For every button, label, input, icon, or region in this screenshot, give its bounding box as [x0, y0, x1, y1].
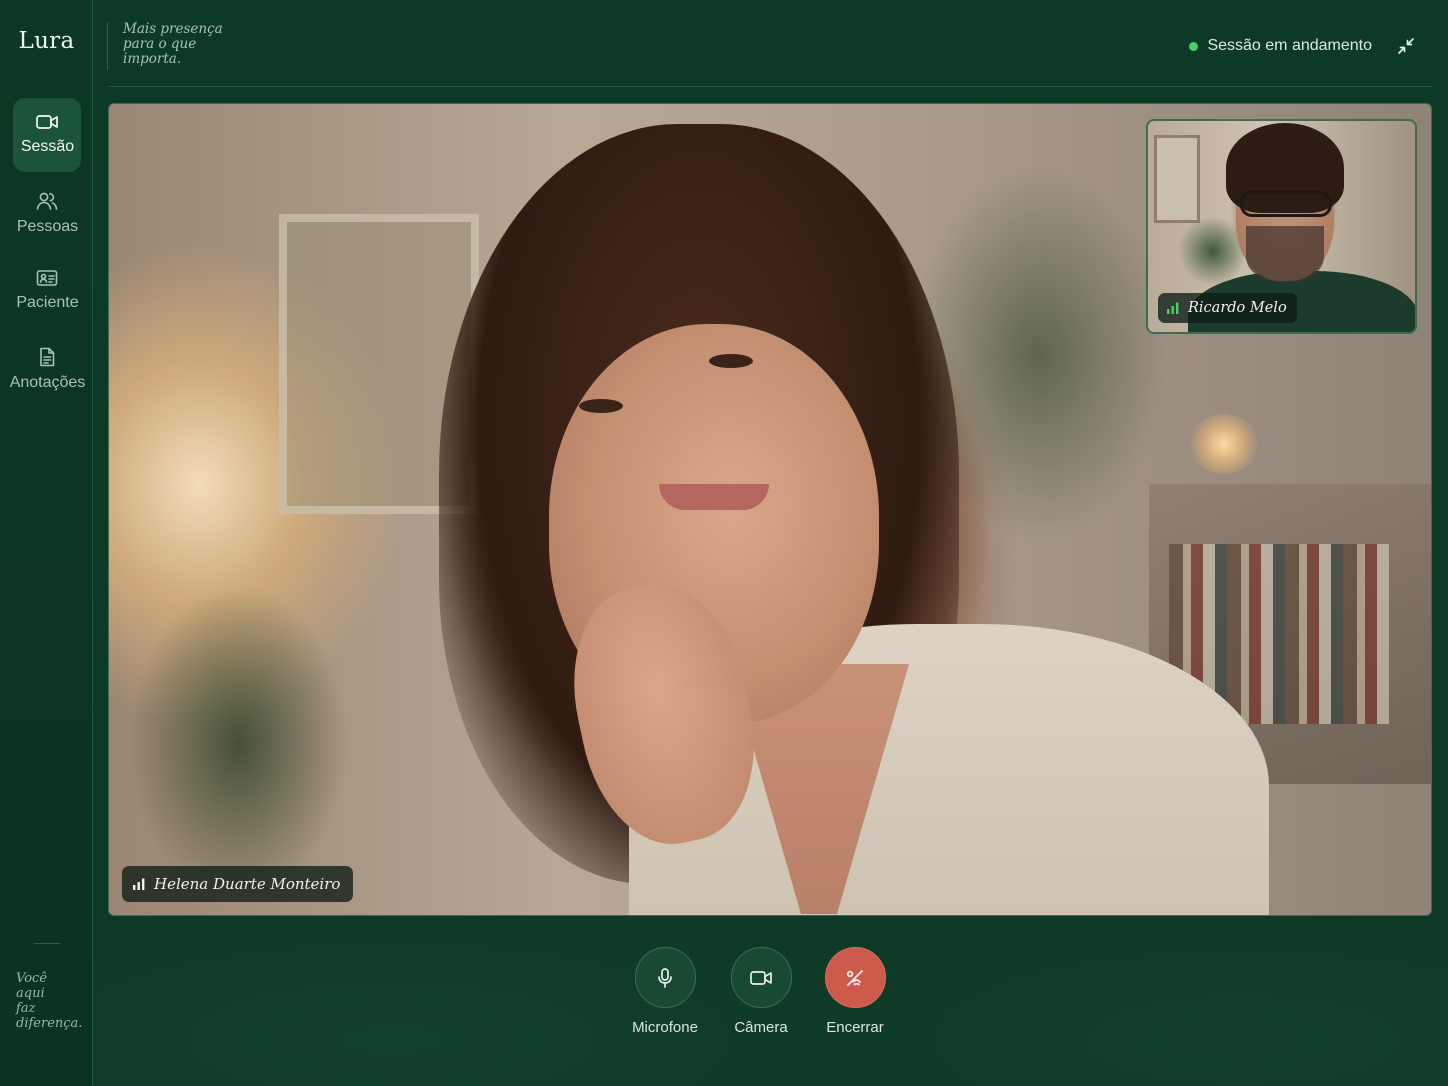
- participant-name-tag: Ricardo Melo: [1158, 293, 1297, 323]
- participant-glasses: [1240, 191, 1332, 217]
- sidebar-divider: [34, 943, 60, 944]
- sidebar: Lura Sessão Pessoas Paciente Anotações V…: [0, 0, 93, 1086]
- background-plant: [129, 584, 349, 904]
- control-label: Microfone: [632, 1019, 698, 1036]
- document-icon: [40, 347, 55, 367]
- participant-name: Helena Duarte Monteiro: [154, 875, 341, 893]
- quote-line: diferença.: [16, 1016, 83, 1031]
- session-status: Sessão em andamento: [1189, 37, 1372, 55]
- microphone-button[interactable]: [634, 947, 696, 1008]
- sidebar-item-label: Sessão: [20, 138, 75, 155]
- participant-eye: [709, 354, 753, 368]
- control-microphone: Microfone: [615, 947, 715, 1036]
- header-divider: [108, 86, 1432, 87]
- sidebar-item-sessao[interactable]: Sessão: [13, 98, 81, 172]
- people-icon: [36, 192, 58, 210]
- brand-logo: Lura: [18, 28, 75, 54]
- status-dot-icon: [1189, 41, 1199, 51]
- tagline-line: importa.: [123, 51, 182, 67]
- participant-eye: [579, 399, 623, 413]
- end-call-icon: [846, 969, 863, 986]
- status-text: Sessão em andamento: [1207, 37, 1372, 54]
- self-view-video[interactable]: Ricardo Melo: [1146, 119, 1417, 334]
- end-call-button[interactable]: [824, 947, 886, 1008]
- quote-line: faz: [16, 1001, 36, 1016]
- sidebar-item-paciente[interactable]: Paciente: [13, 254, 81, 328]
- id-card-icon: [36, 270, 58, 286]
- camera-icon: [750, 970, 772, 985]
- control-label: Câmera: [734, 1019, 788, 1036]
- participant-beard: [1246, 226, 1324, 282]
- quote-line: aqui: [16, 986, 45, 1001]
- video-icon: [36, 115, 58, 129]
- tagline-line: para o que: [123, 36, 197, 52]
- sidebar-item-label: Paciente: [16, 294, 79, 311]
- participant-name-tag: Helena Duarte Monteiro: [122, 866, 354, 902]
- sidebar-quote: Você aqui faz diferença.: [16, 971, 86, 1031]
- participant-name: Ricardo Melo: [1188, 300, 1287, 316]
- control-end-call: Encerrar: [805, 947, 905, 1036]
- minimize-button[interactable]: [1396, 36, 1416, 56]
- control-camera: Câmera: [711, 947, 811, 1036]
- control-label: Encerrar: [826, 1019, 884, 1036]
- sidebar-item-pessoas[interactable]: Pessoas: [13, 176, 81, 250]
- sidebar-item-label: Anotações: [9, 374, 86, 391]
- signal-bars-icon: [133, 878, 145, 890]
- background-lamp: [1189, 414, 1259, 474]
- participant-mouth: [659, 484, 769, 510]
- sidebar-item-anotacoes[interactable]: Anotações: [10, 332, 85, 406]
- background-wall-frame: [1154, 135, 1200, 223]
- minimize-arrows-icon: [1398, 38, 1414, 54]
- quote-line: Você: [16, 971, 47, 986]
- camera-button[interactable]: [730, 947, 792, 1008]
- tagline-line: Mais presença: [123, 21, 223, 37]
- sidebar-item-label: Pessoas: [16, 218, 79, 235]
- tagline: Mais presença para o que importa.: [107, 22, 223, 70]
- microphone-icon: [658, 967, 672, 988]
- signal-bars-icon: [1167, 302, 1179, 314]
